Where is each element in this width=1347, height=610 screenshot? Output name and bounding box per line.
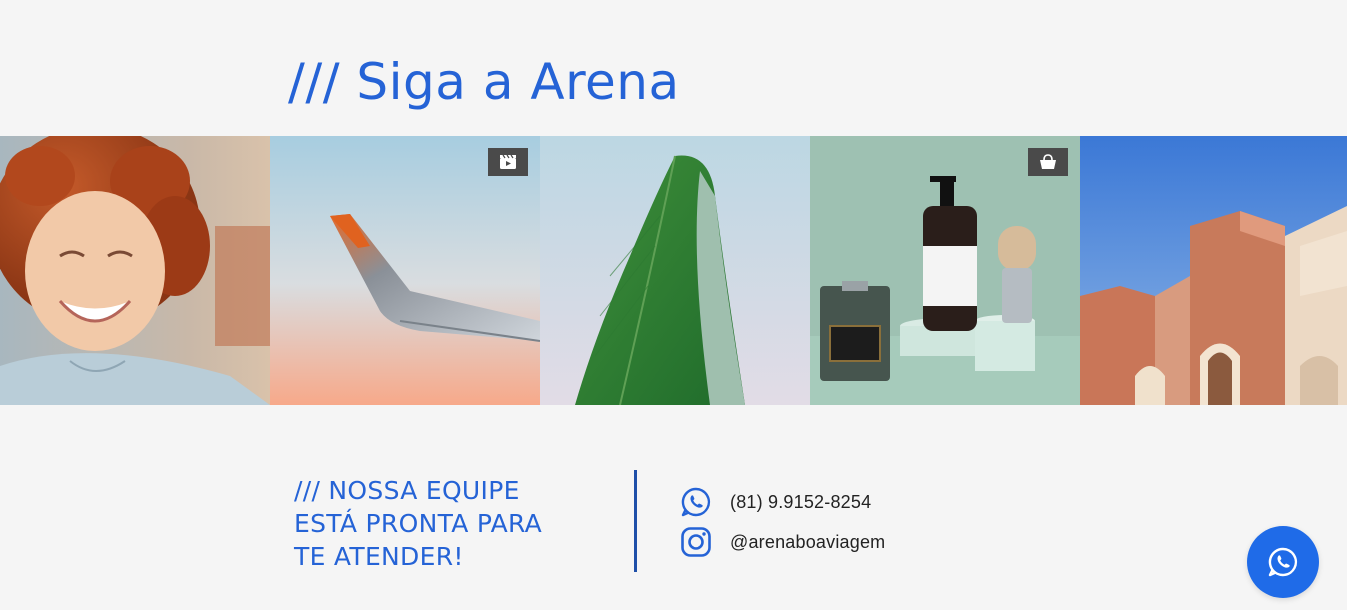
- gallery-photo-grooming-products[interactable]: [810, 136, 1080, 405]
- whatsapp-icon: [1268, 547, 1298, 577]
- building-image: [1080, 136, 1347, 405]
- grooming-products-image: [810, 136, 1080, 405]
- instagram-icon: [680, 526, 712, 558]
- contact-divider: [634, 470, 637, 572]
- whatsapp-phone-link[interactable]: (81) 9.9152-8254: [680, 486, 871, 518]
- phone-number-text: (81) 9.9152-8254: [730, 491, 872, 512]
- video-reel-badge: [488, 148, 528, 176]
- gallery-photo-banana-leaf[interactable]: [540, 136, 810, 405]
- woman-laughing-image: [0, 136, 270, 405]
- airplane-wing-image: [270, 136, 540, 405]
- tagline-line-1: /// NOSSA EQUIPE: [294, 476, 520, 505]
- gallery-photo-building[interactable]: [1080, 136, 1347, 405]
- instagram-gallery: [0, 136, 1347, 405]
- tagline-line-2: ESTÁ PRONTA PARA: [294, 509, 543, 538]
- whatsapp-floating-button[interactable]: [1247, 526, 1319, 598]
- instagram-handle-link[interactable]: @arenaboaviagem: [680, 526, 885, 558]
- shopping-bag-icon: [1040, 154, 1056, 169]
- banana-leaf-image: [540, 136, 810, 405]
- video-reel-icon: [500, 154, 516, 169]
- gallery-photo-airplane-wing[interactable]: [270, 136, 540, 405]
- tagline-line-3: TE ATENDER!: [294, 542, 464, 571]
- whatsapp-icon: [680, 486, 712, 518]
- shopping-bag-badge: [1028, 148, 1068, 176]
- instagram-handle-text: @arenaboaviagem: [730, 531, 886, 552]
- follow-section-title: /// Siga a Arena: [288, 53, 680, 111]
- gallery-photo-woman-laughing[interactable]: [0, 136, 270, 405]
- contact-tagline: /// NOSSA EQUIPE ESTÁ PRONTA PARA TE ATE…: [294, 474, 614, 573]
